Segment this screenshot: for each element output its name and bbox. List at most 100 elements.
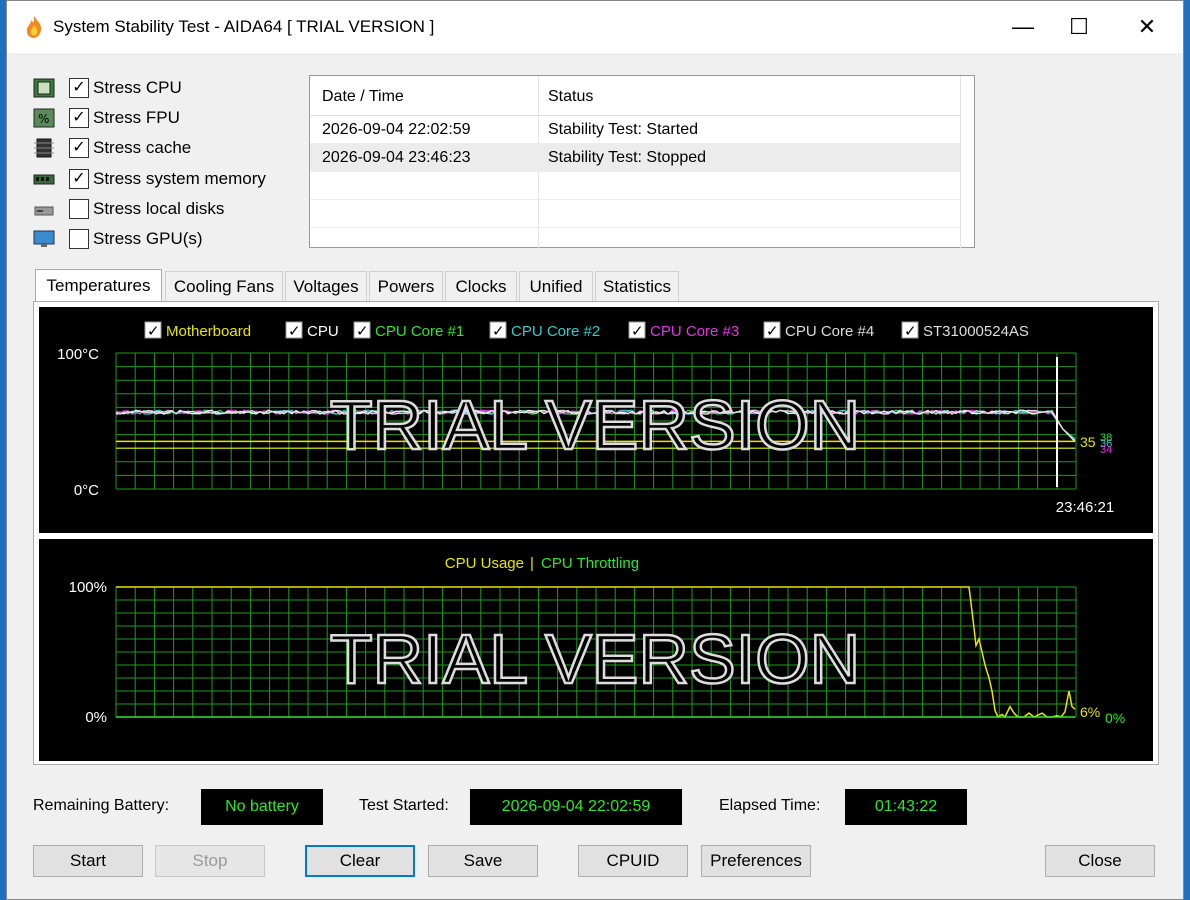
temp-ymax-label: 100°C	[57, 346, 99, 363]
stop-button[interactable]: Stop	[155, 845, 265, 877]
log-datetime: 2026-09-04 23:46:23	[322, 149, 471, 166]
stress-disks-checkbox[interactable]	[69, 199, 89, 219]
stress-fpu-label: Stress FPU	[93, 108, 180, 127]
elapsed-time-value: 01:43:22	[845, 789, 967, 825]
stress-memory-option[interactable]: ✓ Stress system memory	[33, 166, 266, 192]
close-window-button[interactable]: ✕	[1117, 1, 1177, 53]
cpu-usage-end-value: 6%	[1080, 704, 1100, 720]
minimize-icon: —	[1012, 14, 1034, 39]
table-row	[310, 200, 960, 228]
trial-watermark: TRIAL VERSION	[330, 620, 860, 698]
legend-check-mark: ✓	[492, 322, 505, 340]
temp-ymin-label: 0°C	[74, 482, 99, 499]
legend-check-mark: ✓	[904, 322, 917, 340]
preferences-button[interactable]: Preferences	[701, 845, 811, 877]
stress-memory-label: Stress system memory	[93, 169, 266, 188]
legend-cpu-usage: CPU Usage	[445, 555, 524, 572]
log-status: Stability Test: Started	[548, 121, 698, 138]
trial-watermark: TRIAL VERSION	[330, 386, 860, 464]
legend-separator: |	[530, 555, 534, 572]
stress-cache-option[interactable]: ✓ Stress cache	[33, 135, 191, 161]
close-button[interactable]: Close	[1045, 845, 1155, 877]
legend-cpu-throttling: CPU Throttling	[541, 555, 639, 572]
stability-test-window: System Stability Test - AIDA64 [ TRIAL V…	[6, 0, 1184, 900]
stress-fpu-checkbox[interactable]: ✓	[69, 108, 89, 128]
legend-check-mark: ✓	[288, 322, 301, 340]
legend-label[interactable]: CPU Core #1	[375, 323, 464, 340]
stress-disks-option[interactable]: Stress local disks	[33, 196, 224, 222]
close-icon: ✕	[1137, 14, 1157, 39]
disk-icon	[34, 206, 54, 216]
stress-fpu-option[interactable]: % ✓ Stress FPU	[33, 105, 180, 131]
table-row	[310, 172, 960, 200]
legend-label[interactable]: CPU	[307, 323, 339, 340]
cpu-usage-chart: CPU Usage | CPU Throttling 100% 0% TRIAL…	[69, 555, 1126, 726]
tab-clocks[interactable]: Clocks	[445, 271, 517, 301]
temperature-chart: ✓ Motherboard ✓ CPU ✓ CPU Core #1 ✓ CPU Core #2…	[57, 321, 1114, 516]
temperature-end-value: 35	[1080, 434, 1096, 450]
cpu-icon	[33, 78, 55, 98]
flame-icon	[26, 16, 42, 38]
stress-cache-label: Stress cache	[93, 138, 192, 157]
table-row[interactable]: 2026-09-04 22:02:59 Stability Test: Star…	[310, 116, 960, 144]
maximize-button[interactable]: ☐	[1049, 1, 1109, 53]
graph-panel: ✓ Motherboard ✓ CPU ✓ CPU Core #1 ✓ CPU Core #2…	[33, 301, 1159, 765]
start-button[interactable]: Start	[33, 845, 143, 877]
cpu-throttling-end-value: 0%	[1105, 710, 1125, 726]
stress-cpu-checkbox[interactable]: ✓	[69, 78, 89, 98]
legend-check-mark: ✓	[766, 322, 779, 340]
clear-button[interactable]: Clear	[305, 845, 415, 877]
tab-powers[interactable]: Powers	[369, 271, 443, 301]
test-started-label: Test Started:	[359, 797, 449, 814]
legend-check-mark: ✓	[356, 322, 369, 340]
table-row[interactable]: 2026-09-04 23:46:23 Stability Test: Stop…	[310, 144, 960, 172]
log-datetime: 2026-09-04 22:02:59	[322, 121, 471, 138]
battery-label: Remaining Battery:	[33, 797, 170, 814]
cpu-ymax-label: 100%	[69, 579, 107, 596]
legend-label[interactable]: CPU Core #4	[785, 323, 874, 340]
tab-temperatures[interactable]: Temperatures	[35, 269, 162, 302]
elapsed-time-label: Elapsed Time:	[719, 797, 821, 814]
memory-icon	[33, 174, 55, 185]
legend-check-mark: ✓	[147, 322, 160, 340]
save-button[interactable]: Save	[428, 845, 538, 877]
stress-cpu-option[interactable]: ✓ Stress CPU	[33, 75, 182, 101]
cpu-ymin-label: 0%	[85, 709, 107, 726]
log-column-status[interactable]: Status	[548, 88, 593, 106]
stress-memory-checkbox[interactable]: ✓	[69, 169, 89, 189]
cache-icon	[34, 138, 54, 158]
stress-disks-label: Stress local disks	[93, 199, 225, 218]
event-log-table[interactable]: Date / Time Status 2026-09-04 22:02:59 S…	[309, 75, 975, 248]
legend-label[interactable]: ST31000524AS	[923, 323, 1029, 340]
temperature-end-value: 34	[1100, 444, 1112, 456]
legend-label[interactable]: CPU Core #2	[511, 323, 600, 340]
svg-text:%: %	[38, 112, 49, 126]
test-started-value: 2026-09-04 22:02:59	[470, 789, 682, 825]
title-bar: System Stability Test - AIDA64 [ TRIAL V…	[7, 1, 1183, 53]
stress-gpu-label: Stress GPU(s)	[93, 229, 203, 248]
log-header: Date / Time Status	[310, 76, 960, 116]
stress-gpu-option[interactable]: Stress GPU(s)	[33, 226, 203, 252]
log-column-datetime[interactable]: Date / Time	[322, 88, 404, 106]
fpu-icon: %	[33, 108, 55, 128]
tab-unified[interactable]: Unified	[519, 271, 593, 301]
gpu-icon	[33, 230, 55, 247]
stress-gpu-checkbox[interactable]	[69, 229, 89, 249]
battery-value: No battery	[201, 789, 323, 825]
tab-cooling-fans[interactable]: Cooling Fans	[165, 271, 283, 301]
log-status: Stability Test: Stopped	[548, 149, 707, 166]
tab-voltages[interactable]: Voltages	[285, 271, 367, 301]
tab-statistics[interactable]: Statistics	[595, 271, 679, 301]
cpuid-button[interactable]: CPUID	[578, 845, 688, 877]
legend-check-mark: ✓	[631, 322, 644, 340]
window-title: System Stability Test - AIDA64 [ TRIAL V…	[53, 17, 435, 36]
temperature-graph: ✓ Motherboard ✓ CPU ✓ CPU Core #1 ✓ CPU Core #2…	[39, 307, 1153, 533]
cpu-usage-graph: CPU Usage | CPU Throttling 100% 0% TRIAL…	[39, 539, 1153, 761]
stress-cpu-label: Stress CPU	[93, 78, 182, 97]
minimize-button[interactable]: —	[993, 1, 1053, 53]
stress-cache-checkbox[interactable]: ✓	[69, 138, 89, 158]
log-column-divider	[960, 76, 961, 248]
legend-label[interactable]: CPU Core #3	[650, 323, 739, 340]
legend-label[interactable]: Motherboard	[166, 323, 251, 340]
maximize-icon: ☐	[1069, 14, 1089, 39]
